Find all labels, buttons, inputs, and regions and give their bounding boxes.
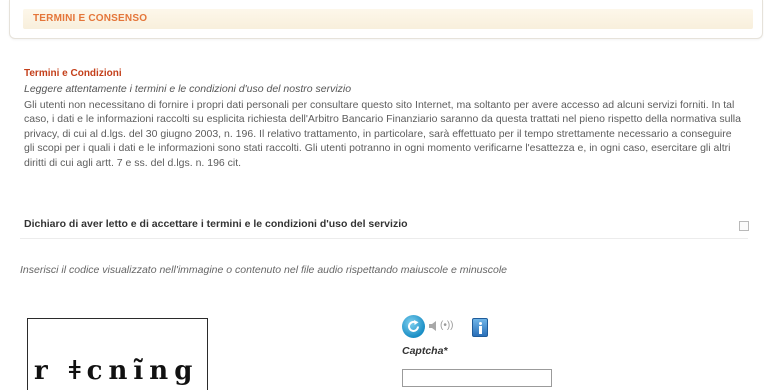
info-icon[interactable] [472,318,488,337]
terms-subtitle: Leggere attentamente i termini e le cond… [24,83,352,95]
terms-consent-page: TERMINI E CONSENSO Termini e Condizioni … [0,0,764,390]
refresh-icon[interactable] [402,315,425,338]
accept-terms-checkbox[interactable] [739,221,749,231]
terms-body-text: Gli utenti non necessitano di fornire i … [24,99,741,169]
captcha-input[interactable] [402,369,552,387]
captcha-instructions: Inserisci il codice visualizzato nell'im… [20,264,508,276]
captcha-field-label: Captcha* [402,345,448,357]
section-header: TERMINI E CONSENSO [9,0,763,39]
speaker-icon[interactable] [429,320,439,332]
captcha-image-text: r ǂcnĩng [34,356,199,386]
info-icon-dot [479,322,482,325]
info-icon-bar [479,326,482,334]
terms-title: Termini e Condizioni [24,68,122,79]
accept-terms-label[interactable]: Dichiaro di aver letto e di accettare i … [24,218,408,230]
section-title: TERMINI E CONSENSO [33,13,148,24]
section-title-strip: TERMINI E CONSENSO [23,9,753,29]
terms-conditions-block: Termini e Condizioni Leggere attentament… [20,68,749,239]
audio-captcha-label[interactable]: (•)) [440,320,454,331]
captcha-image: r ǂcnĩng [27,318,208,390]
refresh-arrow-glyph [408,320,419,332]
